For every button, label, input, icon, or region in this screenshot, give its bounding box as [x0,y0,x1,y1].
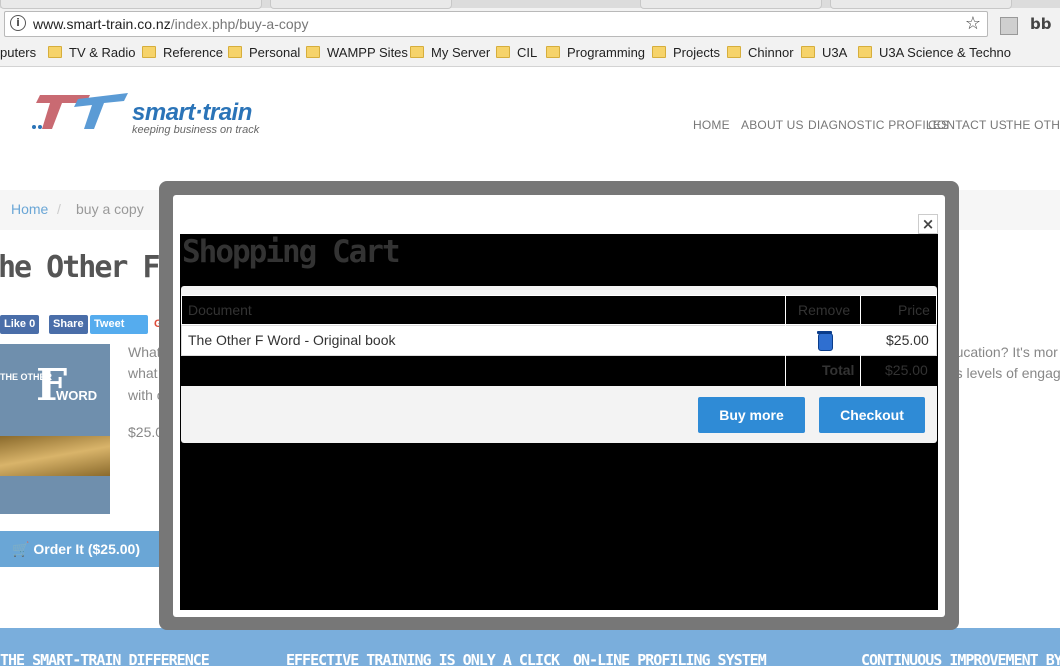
bookmark-item[interactable]: Projects [652,45,720,60]
bookmark-item[interactable]: Programming [546,45,645,60]
column-header-remove: Remove [798,302,851,318]
chain-graphic [0,436,110,476]
order-button[interactable]: 🛒 Order It ($25.00) [0,531,160,567]
folder-icon [801,46,815,58]
logo-mark-icon [32,93,128,129]
bookmark-item[interactable]: TV & Radio [48,45,135,60]
item-price: $25.00 [886,332,929,348]
facebook-like-button[interactable]: Like 0 [0,315,40,334]
site-header: smart·train keeping business on track HO… [0,67,1060,182]
folder-icon [410,46,424,58]
breadcrumb-current: buy a copy [76,201,144,217]
browser-tab[interactable] [0,0,262,9]
column-header-document: Document [188,302,252,318]
bookmark-item[interactable]: Reference [142,45,223,60]
tweet-button[interactable]: Tweet [90,315,148,334]
extension-bb-icon[interactable]: bb [1030,15,1051,33]
nav-about-us[interactable]: ABOUT US [741,118,804,132]
bookmark-item[interactable]: U3A [801,45,847,60]
folder-icon [652,46,666,58]
modal-title: Shopping Cart [182,234,401,270]
logo-brand: smart·train [132,99,252,126]
folder-icon [496,46,510,58]
close-button[interactable]: × [918,214,938,234]
folder-icon [228,46,242,58]
bookmark-item[interactable]: U3A Science & Techno [858,45,1011,60]
footer-heading: EFFECTIVE TRAINING IS ONLY A CLICK [286,651,560,669]
column-divider [785,295,786,386]
bookmark-item[interactable]: Chinnor [727,45,794,60]
folder-icon [48,46,62,58]
browser-tab[interactable] [270,0,452,9]
bookmark-star-icon[interactable]: ☆ [965,13,981,34]
folder-icon [546,46,560,58]
bookmarks-bar: puters TV & Radio Reference Personal WAM… [0,40,1060,67]
info-icon[interactable]: i [10,15,26,31]
checkout-button[interactable]: Checkout [819,397,925,433]
browser-tab[interactable] [830,0,1012,9]
url-text: www.smart-train.co.nz/index.php/buy-a-co… [33,16,309,32]
browser-tab[interactable] [640,0,822,9]
browser-toolbar: i www.smart-train.co.nz/index.php/buy-a-… [0,0,1060,40]
footer-heading: CONTINUOUS IMPROVEMENT BY [861,651,1060,669]
breadcrumb-home[interactable]: Home [11,201,48,217]
folder-icon [858,46,872,58]
remove-icon[interactable] [817,331,833,351]
logo-tagline: keeping business on track [132,124,260,136]
buy-more-button[interactable]: Buy more [698,397,805,433]
table-header: Document Remove Price [181,295,937,325]
tab-strip [0,0,1060,9]
nav-contact-us[interactable]: CONTACT US [928,118,1007,132]
folder-icon [142,46,156,58]
bookmark-item[interactable]: My Server [410,45,490,60]
bookmark-item[interactable]: puters [0,45,36,60]
folder-icon [727,46,741,58]
shopping-cart-table: Document Remove Price The Other F Word -… [181,286,937,443]
bookmark-item[interactable]: Personal [228,45,300,60]
site-logo[interactable]: smart·train keeping business on track [28,89,268,139]
item-document: The Other F Word - Original book [188,332,396,348]
total-row: Total $25.00 [181,356,937,386]
column-header-price: Price [898,302,930,318]
breadcrumb-separator: / [57,201,61,217]
footer-band: THE SMART-TRAIN DIFFERENCE EFFECTIVE TRA… [0,628,1060,669]
extension-icon[interactable] [1000,17,1018,35]
address-bar[interactable]: i www.smart-train.co.nz/index.php/buy-a-… [4,11,988,37]
footer-heading: THE SMART-TRAIN DIFFERENCE [0,651,210,669]
total-value: $25.00 [885,362,928,378]
column-divider [860,295,861,386]
bookmark-item[interactable]: WAMPP Sites [306,45,408,60]
book-cover-image: THE OTHER F WORD [0,344,110,514]
nav-home[interactable]: HOME [693,118,730,132]
folder-icon [306,46,320,58]
table-row: The Other F Word - Original book $25.00 [181,325,937,356]
bookmark-item[interactable]: CIL [496,45,537,60]
total-label: Total [822,362,855,378]
facebook-share-button[interactable]: Share [49,315,88,334]
nav-the-other-f[interactable]: THE OTHER F [1006,118,1060,132]
footer-heading: ON-LINE PROFILING SYSTEM [573,651,767,669]
